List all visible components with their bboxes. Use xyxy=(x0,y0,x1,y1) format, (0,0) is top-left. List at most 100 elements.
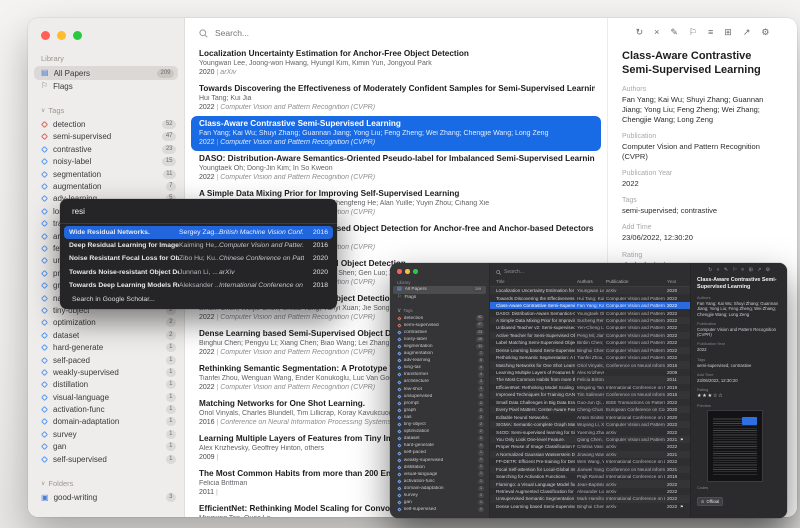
table-row[interactable]: SIGMA: Semantic-complete Graph Matching … xyxy=(490,421,690,428)
match-icon[interactable]: ↻ xyxy=(636,27,644,38)
table-view-icon[interactable]: ⊞ xyxy=(749,268,753,273)
table-row[interactable]: Proper Reuse of Image Classification Fea… xyxy=(490,443,690,450)
sidebar-item-tag[interactable]: long-tail 4 xyxy=(390,364,489,371)
table-row[interactable]: Every Pixel Matters: Center-Aware Featur… xyxy=(490,406,690,413)
suggestion-row[interactable]: Deep Residual Learning for Image Reco...… xyxy=(64,239,333,252)
suggestion-row[interactable]: Wide Residual Networks. Sergey Zag... Br… xyxy=(64,226,333,239)
table-row[interactable]: You Only Look One-level Feature. Qiang C… xyxy=(490,436,690,443)
table-row[interactable]: Active Teacher for Semi-Supervised Objec… xyxy=(490,332,690,339)
sidebar-item-tag[interactable]: segmentation 11 xyxy=(390,343,489,350)
table-row[interactable]: Rethinking Semantic Segmentation: A Prot… xyxy=(490,354,690,361)
sidebar-item-tag[interactable]: gan 1 xyxy=(390,499,489,506)
sidebar-item-tag[interactable]: adv-learning 5 xyxy=(390,357,489,364)
sidebar-item-tag[interactable]: few-shot 3 xyxy=(390,386,489,393)
suggestion-row[interactable]: Noise Resistant Focal Loss for Object D.… xyxy=(64,252,333,265)
tags-section-header[interactable]: ∨ Tags xyxy=(41,106,184,115)
sidebar-item-tag[interactable]: distillation 1 xyxy=(28,379,184,391)
column-publication[interactable]: Publication xyxy=(606,279,665,284)
sidebar-item-tag[interactable]: domain-adaptation 1 xyxy=(390,485,489,492)
sidebar-item-tag[interactable]: self-paced 1 xyxy=(28,354,184,366)
sidebar-item-tag[interactable]: noisy-label 15 xyxy=(28,156,184,168)
table-row[interactable]: Towards Discovering the Effectiveness of… xyxy=(490,294,690,301)
delete-icon[interactable]: × xyxy=(654,27,659,38)
list-view-icon[interactable]: ≡ xyxy=(708,27,713,38)
sidebar-item-tag[interactable]: augmentation 7 xyxy=(28,180,184,192)
folders-section-header[interactable]: ∨ Folders xyxy=(41,479,184,488)
minimize-button[interactable] xyxy=(405,269,410,274)
sidebar-item-flags[interactable]: ⚐ Flags xyxy=(28,80,184,92)
settings-icon[interactable]: ⚙ xyxy=(761,27,769,38)
sidebar-item-tag[interactable]: hard-generate 1 xyxy=(28,341,184,353)
rating-stars[interactable]: ★★★☆☆ xyxy=(697,393,781,400)
paper-row[interactable]: Localization Uncertainty Estimation for … xyxy=(185,46,607,81)
table-row[interactable]: Learning Multiple Layers of Features fro… xyxy=(490,369,690,376)
column-title[interactable]: Title xyxy=(496,279,575,284)
tags-section-header[interactable]: ∨ Tags xyxy=(397,307,489,314)
table-row[interactable]: Improved Techniques for Training GANs. T… xyxy=(490,391,690,398)
sidebar-item-tag[interactable]: gan 1 xyxy=(28,441,184,453)
table-row[interactable]: DASO: Distribution-Aware Semantics-Orien… xyxy=(490,309,690,316)
close-button[interactable] xyxy=(41,31,50,40)
sidebar-item-all-papers[interactable]: ▤ All Papers 209 xyxy=(393,286,486,294)
sidebar-item-tag[interactable]: self-paced 1 xyxy=(390,449,489,456)
sidebar-item-tag[interactable]: self-supervised 1 xyxy=(390,506,489,513)
share-icon[interactable]: ↗ xyxy=(743,27,751,38)
table-row[interactable]: Flamingo: a Visual Language Model for Fe… xyxy=(490,480,690,487)
table-row[interactable]: Focal Self-attention for Local-Global In… xyxy=(490,466,690,473)
sidebar-item-flags[interactable]: ⚐ Flags xyxy=(390,294,489,301)
sidebar-item-tag[interactable]: self-supervised 1 xyxy=(28,453,184,465)
sidebar-item-tag[interactable]: semi-supervised 47 xyxy=(390,322,489,329)
sidebar-item-tag[interactable]: survey 1 xyxy=(390,492,489,499)
match-icon[interactable]: ↻ xyxy=(708,268,712,273)
table-row[interactable]: A Normalized Gaussian Wasserstein Distan… xyxy=(490,451,690,458)
minimize-button[interactable] xyxy=(57,31,66,40)
sidebar-item-tag[interactable]: optimization 2 xyxy=(390,428,489,435)
sidebar-item-tag[interactable]: weakly-supervised 1 xyxy=(390,456,489,463)
sidebar-item-tag[interactable]: optimization 2 xyxy=(28,317,184,329)
paper-row[interactable]: Towards Discovering the Effectiveness of… xyxy=(185,81,607,116)
edit-icon[interactable]: ✎ xyxy=(670,27,678,38)
search-input[interactable] xyxy=(213,27,413,39)
table-row[interactable]: S4OD: Semi-supervised learning for Singl… xyxy=(490,428,690,435)
table-view-icon[interactable]: ⊞ xyxy=(724,27,732,38)
sidebar-item-tag[interactable]: unsupervised 2 xyxy=(390,393,489,400)
table-row[interactable]: Dense Learning based Semi-Supervised Obj… xyxy=(490,347,690,354)
close-button[interactable] xyxy=(397,269,402,274)
suggestion-row[interactable]: Towards Noise-resistant Object Detecti..… xyxy=(64,266,333,279)
sidebar-item-tag[interactable]: prompt 2 xyxy=(390,400,489,407)
table-row[interactable]: Class-Aware Contrastive Semi-Supervised … xyxy=(490,302,690,309)
sidebar-item-tag[interactable]: augmentation 7 xyxy=(390,350,489,357)
sidebar-item-tag[interactable]: visual-language 1 xyxy=(28,391,184,403)
paper-row[interactable]: DASO: Distribution-Aware Semantics-Orien… xyxy=(185,151,607,186)
table-row[interactable]: Searching for Activation Functions. Praj… xyxy=(490,473,690,480)
zoom-button[interactable] xyxy=(413,269,418,274)
column-year[interactable]: Year xyxy=(667,279,680,284)
table-row[interactable]: Unsupervised Semantic Segmentation by Di… xyxy=(490,495,690,502)
paper-row[interactable]: Class-Aware Contrastive Semi-Supervised … xyxy=(191,116,601,151)
sidebar-item-all-papers[interactable]: ▤ All Papers 209 xyxy=(34,66,178,80)
sidebar-item-tag[interactable]: semi-supervised 47 xyxy=(28,131,184,143)
table-row[interactable]: The Most Common Habits from more than 20… xyxy=(490,376,690,383)
table-row[interactable]: Unbiased Teacher v2: Semi-supervised Obj… xyxy=(490,324,690,331)
table-row[interactable]: A Simple Data Mixing Prior for Improving… xyxy=(490,317,690,324)
sidebar-item-tag[interactable]: architecture 3 xyxy=(390,378,489,385)
sidebar-item-tag[interactable]: visual-language 1 xyxy=(390,471,489,478)
table-row[interactable]: Dense Learning based Semi-Supervised Obj… xyxy=(490,503,690,510)
sidebar-item-tag[interactable]: detection 52 xyxy=(28,118,184,130)
sidebar-item-tag[interactable]: segmentation 11 xyxy=(28,168,184,180)
sidebar-item-tag[interactable]: tiny-object 2 xyxy=(390,421,489,428)
table-row[interactable]: Label Matching Semi-Supervised Object De… xyxy=(490,339,690,346)
sidebar-item-tag[interactable]: activation-func 1 xyxy=(28,403,184,415)
mini-search-bar[interactable]: Search... xyxy=(490,263,690,278)
sidebar-item-tag[interactable]: dataset 2 xyxy=(390,435,489,442)
table-row[interactable]: EfficientNet: Rethinking Model Scaling f… xyxy=(490,384,690,391)
column-authors[interactable]: Authors xyxy=(577,279,604,284)
sidebar-item-tag[interactable]: nas 2 xyxy=(390,414,489,421)
sidebar-item-tag[interactable]: survey 1 xyxy=(28,428,184,440)
google-scholar-search[interactable]: Search in Google Scholar... xyxy=(60,292,337,305)
sidebar-item-tag[interactable]: contrastive 23 xyxy=(28,143,184,155)
zoom-button[interactable] xyxy=(73,31,82,40)
suggestion-row[interactable]: Towards Deep Learning Models Resista... … xyxy=(64,279,333,292)
sidebar-item-tag[interactable]: transformer 4 xyxy=(390,371,489,378)
sidebar-item-tag[interactable]: graph 2 xyxy=(390,407,489,414)
